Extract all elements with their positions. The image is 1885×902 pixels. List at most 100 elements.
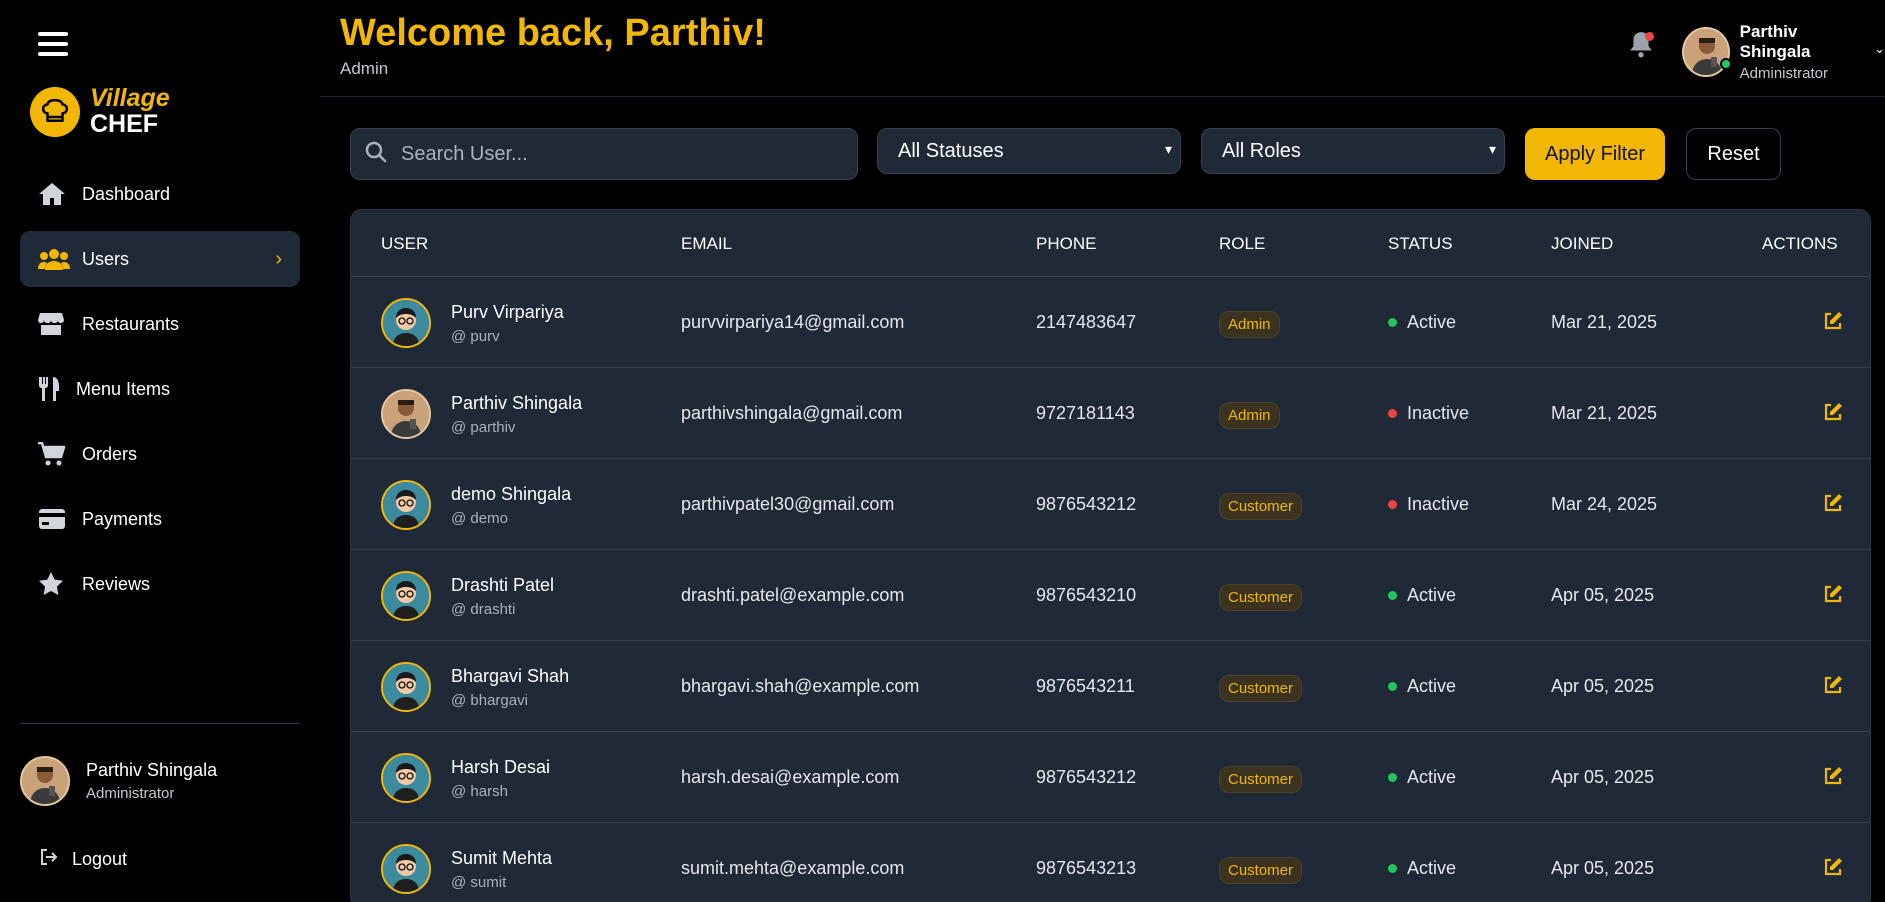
user-phone: 9876543211: [1036, 676, 1135, 696]
status-badge: Active: [1388, 676, 1456, 697]
table-row[interactable]: Drashti Patel @ drashti drashti.patel@ex…: [351, 550, 1870, 641]
column-header-actions: ACTIONS: [1762, 234, 1838, 253]
edit-icon[interactable]: [1823, 493, 1843, 518]
cart-icon: [38, 441, 70, 467]
edit-icon[interactable]: [1823, 311, 1843, 336]
brand-name-line2: CHEF: [90, 110, 159, 138]
sidebar-item-label: Dashboard: [82, 183, 171, 204]
user-email: bhargavi.shah@example.com: [681, 676, 920, 696]
sidebar-user-profile[interactable]: Parthiv Shingala Administrator: [20, 756, 217, 806]
role-badge: Customer: [1219, 493, 1303, 520]
home-icon: [38, 181, 70, 207]
edit-icon[interactable]: [1823, 675, 1843, 700]
joined-date: Apr 05, 2025: [1551, 858, 1655, 878]
column-header-user[interactable]: USER: [381, 234, 428, 254]
status-dot: [1388, 773, 1397, 782]
header-user-role: Administrator: [1739, 65, 1829, 82]
avatar: [381, 480, 431, 530]
logout-button[interactable]: Logout: [40, 848, 127, 871]
column-header-phone[interactable]: PHONE: [1036, 234, 1096, 254]
edit-icon[interactable]: [1823, 766, 1843, 791]
brand-logo[interactable]: Village CHEF: [30, 86, 170, 137]
joined-date: Mar 21, 2025: [1551, 403, 1658, 423]
search-icon: [365, 141, 387, 168]
user-email: parthivshingala@gmail.com: [681, 403, 903, 423]
avatar: [381, 298, 431, 348]
sidebar-item-label: Payments: [82, 508, 163, 529]
edit-icon[interactable]: [1823, 402, 1843, 427]
role-badge: Customer: [1219, 766, 1303, 793]
table-row[interactable]: Harsh Desai @ harsh harsh.desai@example.…: [351, 732, 1870, 823]
search-field[interactable]: [350, 128, 858, 180]
status-label: Active: [1407, 585, 1457, 605]
sidebar-item-payments[interactable]: Payments: [20, 491, 300, 547]
sidebar-user-role: Administrator: [86, 785, 175, 802]
status-dot: [1388, 682, 1397, 691]
role-filter-value: All Roles: [1222, 139, 1301, 162]
user-phone: 2147483647: [1036, 312, 1137, 332]
notification-bell-icon[interactable]: [1628, 30, 1654, 58]
status-label: Active: [1407, 676, 1457, 696]
user-email: parthivpatel30@gmail.com: [681, 494, 895, 514]
joined-date: Apr 05, 2025: [1551, 767, 1655, 787]
status-label: Active: [1407, 312, 1457, 332]
menu-toggle-icon[interactable]: [38, 32, 68, 58]
sidebar-item-users[interactable]: Users ›: [20, 231, 300, 287]
avatar: [381, 753, 431, 803]
table-row[interactable]: Sumit Mehta @ sumit sumit.mehta@example.…: [351, 823, 1870, 902]
table-row[interactable]: Bhargavi Shah @ bhargavi bhargavi.shah@e…: [351, 641, 1870, 732]
edit-icon[interactable]: [1823, 584, 1843, 609]
user-email: drashti.patel@example.com: [681, 585, 905, 605]
sidebar-item-menu-items[interactable]: Menu Items: [20, 361, 300, 417]
table-row[interactable]: Purv Virpariya @ purv purvvirpariya14@gm…: [351, 277, 1870, 368]
user-email: harsh.desai@example.com: [681, 767, 900, 787]
header-user-menu[interactable]: Parthiv Shingala Administrator ⌄: [1682, 22, 1885, 82]
sidebar-item-label: Users: [82, 248, 130, 269]
user-cell: Sumit Mehta @ sumit: [381, 844, 552, 894]
status-badge: Inactive: [1388, 403, 1469, 424]
user-cell: Drashti Patel @ drashti: [381, 571, 554, 621]
edit-icon[interactable]: [1823, 857, 1843, 882]
role-badge: Customer: [1219, 675, 1303, 702]
apply-filter-button[interactable]: Apply Filter: [1525, 128, 1665, 180]
user-email: purvvirpariya14@gmail.com: [681, 312, 905, 332]
status-label: Inactive: [1407, 403, 1470, 423]
sidebar-item-label: Orders: [82, 443, 138, 464]
user-handle: @ demo: [451, 509, 508, 527]
sidebar-item-label: Restaurants: [82, 313, 180, 334]
table-row[interactable]: demo Shingala @ demo parthivpatel30@gmai…: [351, 459, 1870, 550]
page-subtitle: Admin: [340, 59, 389, 78]
joined-date: Apr 05, 2025: [1551, 585, 1655, 605]
sidebar-user-name: Parthiv Shingala: [86, 760, 218, 780]
column-header-joined[interactable]: JOINED: [1551, 234, 1613, 254]
status-filter-select[interactable]: All Statuses ▾: [877, 128, 1181, 174]
sidebar-item-label: Menu Items: [76, 378, 171, 399]
column-header-status[interactable]: STATUS: [1388, 234, 1453, 254]
user-handle: @ harsh: [451, 782, 508, 800]
status-badge: Active: [1388, 312, 1456, 333]
role-filter-select[interactable]: All Roles ▾: [1201, 128, 1505, 174]
sidebar-item-orders[interactable]: Orders: [20, 426, 300, 482]
user-handle: @ bhargavi: [451, 691, 528, 709]
table-row[interactable]: Parthiv Shingala @ parthiv parthivshinga…: [351, 368, 1870, 459]
user-email: sumit.mehta@example.com: [681, 858, 905, 878]
column-header-role[interactable]: ROLE: [1219, 234, 1265, 254]
sidebar-item-dashboard[interactable]: Dashboard: [20, 166, 300, 222]
role-badge: Customer: [1219, 857, 1303, 884]
user-handle: @ parthiv: [451, 418, 516, 436]
user-phone: 9876543210: [1036, 585, 1137, 605]
notification-badge: [1645, 32, 1654, 41]
table-body: Purv Virpariya @ purv purvvirpariya14@gm…: [351, 277, 1870, 902]
column-header-email[interactable]: EMAIL: [681, 234, 732, 254]
joined-date: Mar 24, 2025: [1551, 494, 1658, 514]
status-badge: Inactive: [1388, 494, 1469, 515]
sidebar-item-restaurants[interactable]: Restaurants: [20, 296, 300, 352]
chevron-down-icon: ▾: [1488, 141, 1496, 157]
chevron-right-icon: ›: [275, 247, 282, 270]
users-icon: [38, 246, 70, 272]
sidebar-item-reviews[interactable]: Reviews: [20, 556, 300, 612]
joined-date: Mar 21, 2025: [1551, 312, 1658, 332]
role-badge: Admin: [1219, 311, 1280, 338]
reset-button[interactable]: Reset: [1686, 128, 1781, 180]
search-input[interactable]: [401, 142, 841, 166]
